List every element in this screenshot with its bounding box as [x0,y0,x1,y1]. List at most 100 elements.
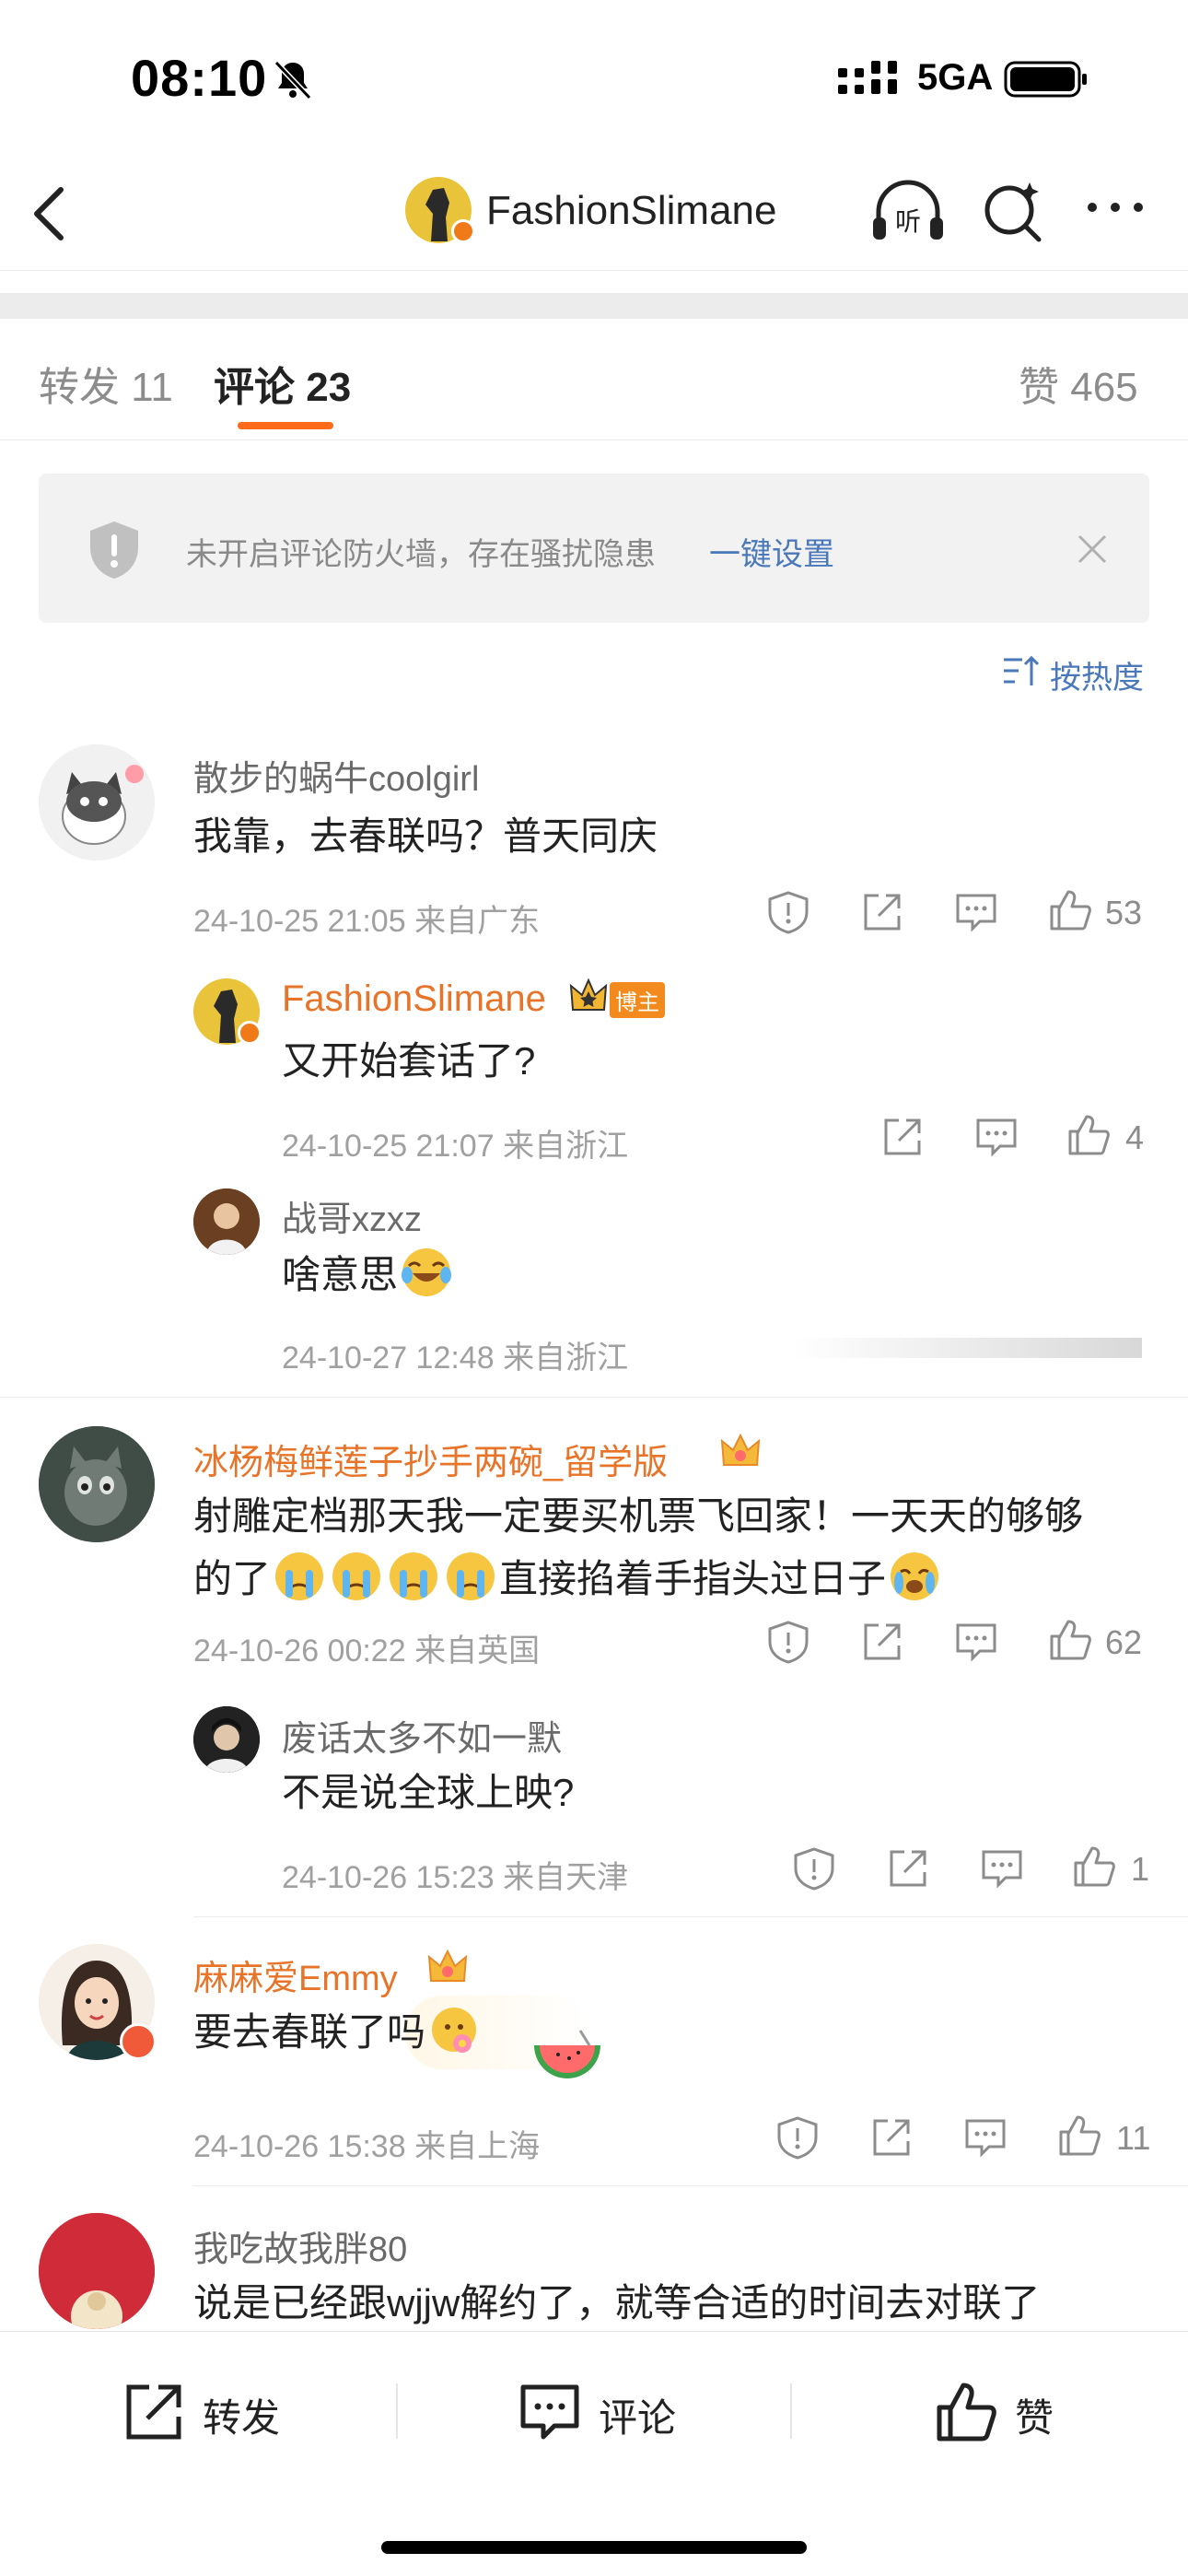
like-icon[interactable] [1072,1844,1116,1889]
tab-repost[interactable]: 转发 11 [39,354,173,413]
tab-comments[interactable]: 评论 23 [214,354,351,413]
crown-icon [720,1433,761,1466]
like-icon[interactable] [1057,2113,1101,2158]
crown-icon [569,978,608,1011]
reply-meta: 24-10-25 21:07 来自浙江 [282,1129,629,1164]
avatar[interactable] [193,1706,260,1773]
comment-meta: 24-10-26 15:38 来自上海 [193,2129,541,2164]
status-bar: 08:10 5GA [0,0,1188,157]
comment-icon [520,2384,579,2440]
flower-emoji-icon [432,2008,477,2053]
commenter-name[interactable]: 战哥xzxz [282,1190,422,1241]
report-icon[interactable] [792,1846,836,1891]
like-icon[interactable] [1066,1113,1111,1157]
author-badge: 博主 [610,982,665,1018]
divider [0,1397,1188,1398]
laugh-cry-emoji-icon [402,1248,452,1296]
repost-icon [126,2384,181,2440]
tab-bar: 转发 11 评论 23 赞 465 [0,319,1188,440]
bell-muted-icon [274,60,312,100]
reply-text-content: 啥意思 [282,1253,399,1296]
comment-text: 说是已经跟wjjw解约了，就等合适的时间去对联了 [193,2281,1041,2324]
share-icon[interactable] [886,1846,930,1891]
page-title[interactable]: FashionSlimane [486,188,777,234]
commenter-name[interactable]: 麻麻爱Emmy [193,1950,398,2000]
comment-text-line: 的了 直接掐着手指头过日子 [193,1548,1170,1610]
listen-icon[interactable]: 听 [869,175,947,249]
comment-text-fragment: 直接掐着手指头过日子 [499,1557,887,1600]
avatar[interactable] [193,1188,260,1255]
like-count: 53 [1105,894,1143,931]
blur-overlay [792,1338,1142,1358]
reply-meta: 24-10-27 12:48 来自浙江 [282,1341,629,1376]
share-icon[interactable] [860,890,904,934]
sort-icon [1004,655,1039,685]
avatar[interactable] [39,744,155,861]
crown-icon [427,1949,468,1982]
comment-text: 射雕定档那天我一定要买机票飞回家！一天天的够够 的了 直接掐着手指头过日子 [193,1485,1170,1610]
share-icon[interactable] [880,1115,925,1159]
divider [193,1916,1188,1917]
close-icon[interactable] [1076,533,1109,566]
avatar[interactable] [39,1426,155,1542]
cellular-signal-icon [838,61,897,94]
bottom-action-bar: 转发 评论 赞 [0,2331,1188,2576]
like-count: 4 [1125,1118,1145,1156]
commenter-name[interactable]: 散步的蜗牛coolgirl [193,750,479,801]
commenter-name[interactable]: 废话太多不如一默 [282,1710,562,1761]
search-icon[interactable] [980,177,1044,247]
comment-text-line: 射雕定档那天我一定要买机票飞回家！一天天的够够 [193,1494,1084,1538]
cry-emoji-icon [390,1552,438,1600]
comment-firewall-banner: 未开启评论防火墙，存在骚扰隐患 一键设置 [39,474,1149,623]
avatar[interactable] [39,2213,155,2329]
sob-emoji-icon [891,1552,939,1600]
nav-bar: FashionSlimane 听 [0,157,1188,271]
reply-icon[interactable] [954,890,998,934]
cry-emoji-icon [332,1552,381,1600]
network-type: 5GA [917,57,994,98]
divider [193,2185,1188,2186]
report-icon[interactable] [775,2115,820,2160]
like-icon[interactable] [1048,888,1092,932]
verified-badge [451,219,475,243]
comment-text: 我靠，去春联吗？普天同庆 [193,814,658,858]
more-icon[interactable] [1083,193,1147,221]
report-icon[interactable] [766,890,810,934]
separator [396,2383,398,2439]
reply-icon[interactable] [974,1115,1019,1159]
watermelon-icon [534,2030,600,2078]
reply-text: 又开始套话了? [282,1039,536,1083]
comment-meta: 24-10-25 21:05 来自广东 [193,904,541,939]
shield-icon [90,521,138,579]
share-icon[interactable] [869,2115,914,2160]
firewall-setup-link[interactable]: 一键设置 [709,529,834,574]
reply-text: 不是说全球上映? [282,1771,575,1814]
reply-meta: 24-10-26 15:23 来自天津 [282,1860,629,1895]
commenter-name[interactable]: FashionSlimane [282,978,546,1020]
comment-label: 评论 [599,2396,677,2440]
sort-label: 按热度 [1050,661,1144,696]
reply-icon[interactable] [980,1846,1024,1891]
reply-text: 啥意思 [282,1244,455,1306]
repost-label: 转发 [203,2396,281,2440]
like-count: 11 [1116,2119,1151,2157]
status-time: 08:10 [131,49,268,107]
commenter-name[interactable]: 我吃故我胖80 [193,2220,407,2271]
report-icon[interactable] [766,1620,810,1664]
tab-active-indicator [238,422,333,429]
like-count: 62 [1105,1623,1143,1661]
commenter-name[interactable]: 冰杨梅鲜莲子抄手两碗_留学版 [193,1434,668,1484]
like-icon[interactable] [1048,1618,1092,1662]
reply-icon[interactable] [954,1620,998,1664]
back-icon[interactable] [28,177,72,251]
like-label: 赞 [1015,2396,1054,2440]
tab-likes[interactable]: 赞 465 [1019,354,1138,413]
comment-text: 要去春联了吗 [193,2001,483,2064]
reply-icon[interactable] [963,2115,1007,2160]
cry-emoji-icon [447,1552,495,1600]
comment-meta: 24-10-26 00:22 来自英国 [193,1633,541,1669]
battery-icon [1004,61,1087,98]
share-icon[interactable] [860,1620,904,1664]
comment-text-fragment: 的了 [193,1557,272,1600]
firewall-warning-text: 未开启评论防火墙，存在骚扰隐患 [186,537,656,572]
